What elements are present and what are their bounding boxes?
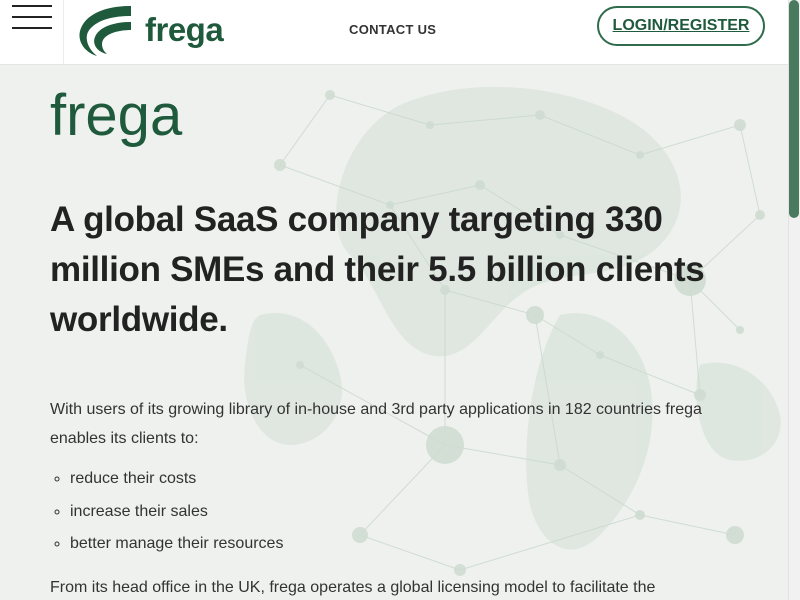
site-header: frega CONTACT US LOGIN/REGISTER xyxy=(0,0,788,65)
list-item: better manage their resources xyxy=(70,528,283,561)
benefits-list: reduce their costs increase their sales … xyxy=(50,463,283,561)
site-logo[interactable]: frega xyxy=(79,6,224,58)
hamburger-menu-icon[interactable] xyxy=(12,5,52,29)
intro-paragraph: With users of its growing library of in-… xyxy=(50,401,702,447)
hero-headline: A global SaaS company targeting 330 mill… xyxy=(50,200,705,339)
login-register-button[interactable]: LOGIN/REGISTER xyxy=(597,6,765,46)
brand-title: frega xyxy=(50,83,183,148)
hamburger-line xyxy=(12,27,52,29)
hamburger-line xyxy=(12,16,52,18)
header-divider xyxy=(63,0,64,64)
scrollbar-thumb[interactable] xyxy=(789,0,799,218)
contact-us-link[interactable]: CONTACT US xyxy=(349,22,436,37)
hamburger-line xyxy=(12,5,52,7)
list-item: increase their sales xyxy=(70,496,283,529)
logo-text: frega xyxy=(145,11,224,48)
page: frega CONTACT US LOGIN/REGISTER frega A … xyxy=(0,0,800,600)
hero-section: frega A global SaaS company targeting 33… xyxy=(0,65,788,600)
outro-paragraph: From its head office in the UK, frega op… xyxy=(50,579,656,596)
frega-logo-mark-icon xyxy=(79,6,131,56)
list-item: reduce their costs xyxy=(70,463,283,496)
